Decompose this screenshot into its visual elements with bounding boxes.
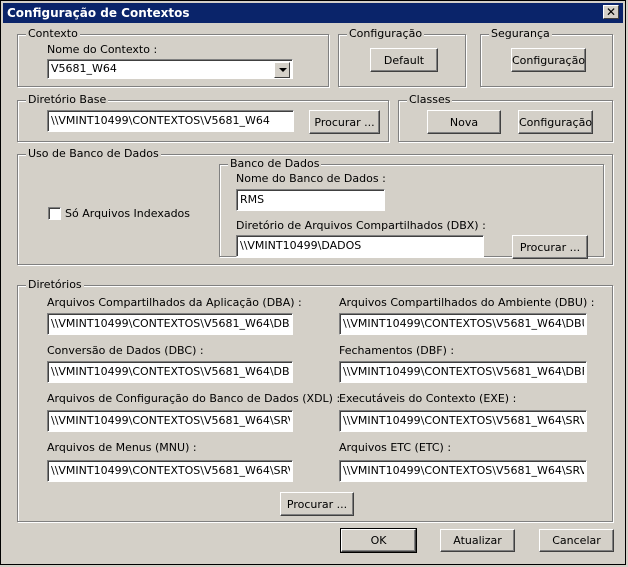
xdl-label: Arquivos de Configuração do Banco de Dad…: [47, 392, 341, 405]
mnu-input[interactable]: \\VMINT10499\CONTEXTOS\V5681_W64\SRV\: [47, 460, 293, 482]
uso-banco-group-label: Uso de Banco de Dados: [26, 147, 161, 161]
etc-value: \\VMINT10499\CONTEXTOS\V5681_W64\SRV\: [343, 464, 584, 477]
default-button[interactable]: Default: [370, 48, 438, 72]
dbu-input[interactable]: \\VMINT10499\CONTEXTOS\V5681_W64\DBU: [339, 313, 587, 335]
dbu-label: Arquivos Compartilhados do Ambiente (DBU…: [339, 296, 595, 309]
dbf-value: \\VMINT10499\CONTEXTOS\V5681_W64\DBF: [343, 365, 584, 378]
dialog-window: Configuração de Contextos ✕ Contexto Nom…: [0, 0, 626, 565]
classes-config-button[interactable]: Configuração: [518, 110, 593, 134]
dba-label: Arquivos Compartilhados da Aplicação (DB…: [47, 296, 302, 309]
close-icon: ✕: [605, 5, 617, 19]
new-class-button[interactable]: Nova: [427, 110, 501, 134]
base-dir-value: \\VMINT10499\CONTEXTOS\V5681_W64: [51, 114, 270, 127]
dbf-label: Fechamentos (DBF) :: [339, 344, 455, 357]
dbc-value: \\VMINT10499\CONTEXTOS\V5681_W64\DBC: [51, 365, 290, 378]
db-name-input[interactable]: RMS: [236, 189, 385, 211]
context-name-combo[interactable]: V5681_W64: [47, 59, 293, 79]
diretorios-group-label: Diretórios: [26, 278, 84, 292]
dbu-value: \\VMINT10499\CONTEXTOS\V5681_W64\DBU: [343, 317, 584, 330]
db-name-label: Nome do Banco de Dados :: [236, 172, 386, 185]
context-name-label: Nome do Contexto :: [47, 43, 158, 56]
etc-label: Arquivos ETC (ETC) :: [339, 441, 452, 454]
dbx-value: \\VMINT10499\DADOS: [240, 239, 362, 252]
dbf-input[interactable]: \\VMINT10499\CONTEXTOS\V5681_W64\DBF: [339, 361, 587, 383]
seguranca-group: Segurança Configuração: [480, 27, 613, 87]
configuracao-group-label: Configuração: [347, 27, 425, 41]
configuracao-group: Configuração Default: [338, 27, 466, 87]
ok-button[interactable]: OK: [340, 528, 417, 553]
dirs-browse-button[interactable]: Procurar ...: [280, 492, 354, 516]
update-button[interactable]: Atualizar: [440, 529, 515, 552]
xdl-value: \\VMINT10499\CONTEXTOS\V5681_W64\SRV\: [51, 414, 290, 427]
context-name-value: V5681_W64: [51, 62, 117, 75]
classes-group: Classes Nova Configuração: [398, 93, 613, 142]
security-config-button[interactable]: Configuração: [511, 48, 586, 72]
exe-input[interactable]: \\VMINT10499\CONTEXTOS\V5681_W64\SRV\: [339, 410, 587, 432]
diretorio-base-group-label: Diretório Base: [26, 93, 109, 107]
uso-banco-group: Uso de Banco de Dados Só Arquivos Indexa…: [17, 147, 613, 265]
chevron-down-icon[interactable]: [274, 62, 290, 78]
classes-group-label: Classes: [407, 93, 453, 107]
dbc-label: Conversão de Dados (DBC) :: [47, 344, 204, 357]
diretorios-group: Diretórios Arquivos Compartilhados da Ap…: [17, 278, 613, 522]
contexto-group: Contexto Nome do Contexto : V5681_W64: [17, 27, 329, 87]
xdl-input[interactable]: \\VMINT10499\CONTEXTOS\V5681_W64\SRV\: [47, 410, 293, 432]
indexed-only-checkbox[interactable]: [48, 207, 61, 220]
dbx-input[interactable]: \\VMINT10499\DADOS: [236, 235, 484, 257]
window-title: Configuração de Contextos: [7, 6, 190, 20]
exe-value: \\VMINT10499\CONTEXTOS\V5681_W64\SRV\: [343, 414, 584, 427]
cancel-button[interactable]: Cancelar: [539, 529, 614, 552]
close-button[interactable]: ✕: [603, 5, 619, 19]
dba-input[interactable]: \\VMINT10499\CONTEXTOS\V5681_W64\DBA: [47, 313, 293, 335]
mnu-value: \\VMINT10499\CONTEXTOS\V5681_W64\SRV\: [51, 464, 290, 477]
dbc-input[interactable]: \\VMINT10499\CONTEXTOS\V5681_W64\DBC: [47, 361, 293, 383]
title-bar: Configuração de Contextos ✕: [3, 3, 623, 23]
exe-label: Executáveis do Contexto (EXE) :: [339, 392, 517, 405]
indexed-only-label: Só Arquivos Indexados: [65, 207, 191, 220]
dba-value: \\VMINT10499\CONTEXTOS\V5681_W64\DBA: [51, 317, 290, 330]
banco-dados-group-label: Banco de Dados: [228, 157, 322, 171]
etc-input[interactable]: \\VMINT10499\CONTEXTOS\V5681_W64\SRV\: [339, 460, 587, 482]
base-dir-browse-button[interactable]: Procurar ...: [309, 110, 380, 134]
db-name-value: RMS: [240, 193, 265, 206]
seguranca-group-label: Segurança: [489, 27, 552, 41]
diretorio-base-group: Diretório Base \\VMINT10499\CONTEXTOS\V5…: [17, 93, 389, 142]
banco-dados-group: Banco de Dados Nome do Banco de Dados : …: [219, 157, 604, 259]
mnu-label: Arquivos de Menus (MNU) :: [47, 441, 197, 454]
dbx-browse-button[interactable]: Procurar ...: [512, 235, 588, 259]
dbx-label: Diretório de Arquivos Compartilhados (DB…: [236, 219, 486, 232]
contexto-group-label: Contexto: [26, 27, 80, 41]
base-dir-input[interactable]: \\VMINT10499\CONTEXTOS\V5681_W64: [47, 110, 294, 132]
